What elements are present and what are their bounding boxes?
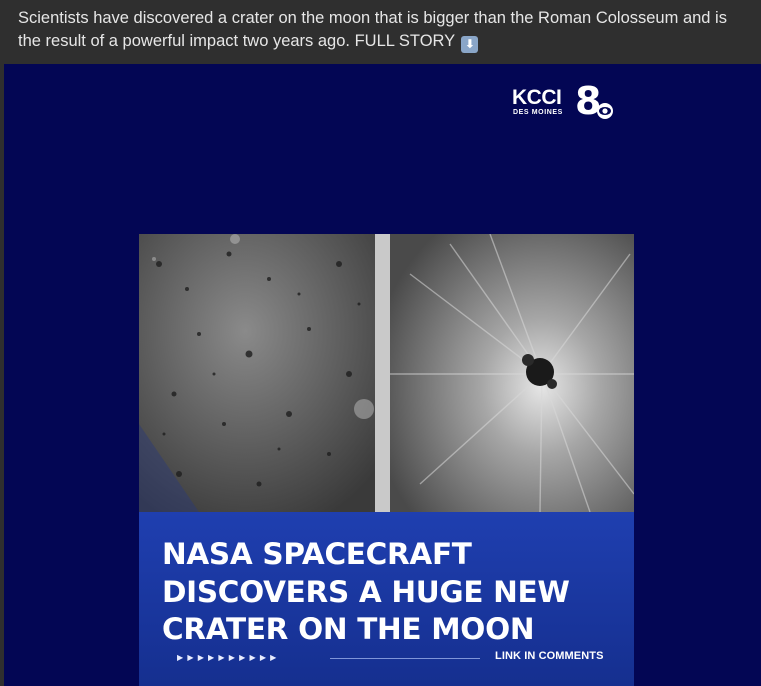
caption-text: Scientists have discovered a crater on t… [18, 9, 727, 50]
svg-text:8: 8 [575, 84, 601, 120]
headline-line-2: DISCOVERS A HUGE NEW [162, 574, 570, 609]
headline: NASA SPACECRAFT DISCOVERS A HUGE NEW CRA… [162, 536, 622, 649]
divider-line [330, 658, 480, 659]
kcci-logo: KCCI DES MOINES 8 [512, 84, 622, 124]
image-divider [375, 234, 390, 512]
channel-8-cbs-icon: 8 [575, 84, 613, 120]
headline-banner: NASA SPACECRAFT DISCOVERS A HUGE NEW CRA… [139, 512, 634, 686]
post-image[interactable]: KCCI DES MOINES 8 NASA SPACECRAFT DISCOV… [4, 64, 761, 686]
logo-subtext: DES MOINES [513, 109, 563, 116]
headline-line-1: NASA SPACECRAFT [162, 537, 472, 571]
down-arrow-emoji-icon: ⬇ [461, 36, 479, 53]
link-in-comments-label: LINK IN COMMENTS [495, 650, 604, 662]
crater-photo: NASA SPACECRAFT DISCOVERS A HUGE NEW CRA… [139, 234, 634, 686]
post-caption: Scientists have discovered a crater on t… [18, 7, 753, 53]
lunar-crater-after-image [390, 234, 634, 512]
post-card: Scientists have discovered a crater on t… [0, 0, 761, 686]
lunar-surface-before-image [139, 234, 375, 512]
headline-line-3: CRATER ON THE MOON [162, 612, 535, 646]
arrow-row-icon: ▶▶▶▶▶▶▶▶▶▶ [177, 653, 281, 662]
logo-text: KCCI [512, 86, 562, 109]
